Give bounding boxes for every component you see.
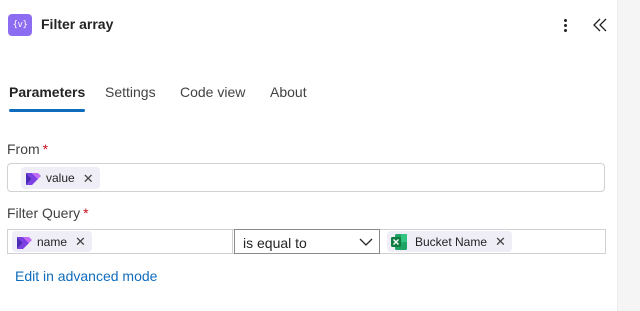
power-automate-icon <box>17 236 32 249</box>
value-token[interactable]: value ✕ <box>21 167 100 189</box>
filter-array-action-icon: {v} <box>8 14 32 36</box>
token-label: Bucket Name <box>415 234 488 249</box>
from-label: From * <box>7 141 49 157</box>
excel-icon <box>391 233 407 250</box>
token-label: value <box>46 171 75 185</box>
panel-title: Filter array <box>41 16 114 32</box>
scrollbar-track[interactable] <box>617 0 640 311</box>
from-input[interactable]: value ✕ <box>7 163 605 192</box>
action-details-panel: {v} Filter array Parameters Settings Cod… <box>0 0 617 311</box>
more-options-button[interactable] <box>555 14 575 36</box>
tab-parameters[interactable]: Parameters <box>9 82 86 112</box>
filter-query-label: Filter Query * <box>7 205 89 221</box>
filter-query-row: name ✕ is equal to Bucket Name ✕ <box>7 229 606 254</box>
power-automate-icon <box>26 173 41 185</box>
remove-token-icon[interactable]: ✕ <box>495 235 506 248</box>
more-vertical-icon <box>563 18 567 22</box>
tab-about[interactable]: About <box>270 82 307 100</box>
right-operand-input[interactable]: Bucket Name ✕ <box>382 230 605 253</box>
operator-value: is equal to <box>243 235 307 251</box>
token-label: name <box>37 234 68 249</box>
double-chevron-left-icon <box>593 18 607 32</box>
required-marker: * <box>42 141 49 157</box>
remove-token-icon[interactable]: ✕ <box>83 172 94 185</box>
left-operand-input[interactable]: name ✕ <box>8 230 233 253</box>
tab-settings[interactable]: Settings <box>105 82 156 100</box>
chevron-down-icon <box>359 238 373 246</box>
name-token[interactable]: name ✕ <box>12 231 92 252</box>
panel-header: {v} Filter array <box>0 0 617 50</box>
required-marker: * <box>83 205 89 221</box>
operator-dropdown[interactable]: is equal to <box>234 229 380 254</box>
edit-advanced-mode-link[interactable]: Edit in advanced mode <box>15 268 157 284</box>
tab-code-view[interactable]: Code view <box>180 82 245 100</box>
remove-token-icon[interactable]: ✕ <box>75 235 86 248</box>
bucket-name-token[interactable]: Bucket Name ✕ <box>387 231 512 252</box>
collapse-panel-button[interactable] <box>590 13 612 37</box>
